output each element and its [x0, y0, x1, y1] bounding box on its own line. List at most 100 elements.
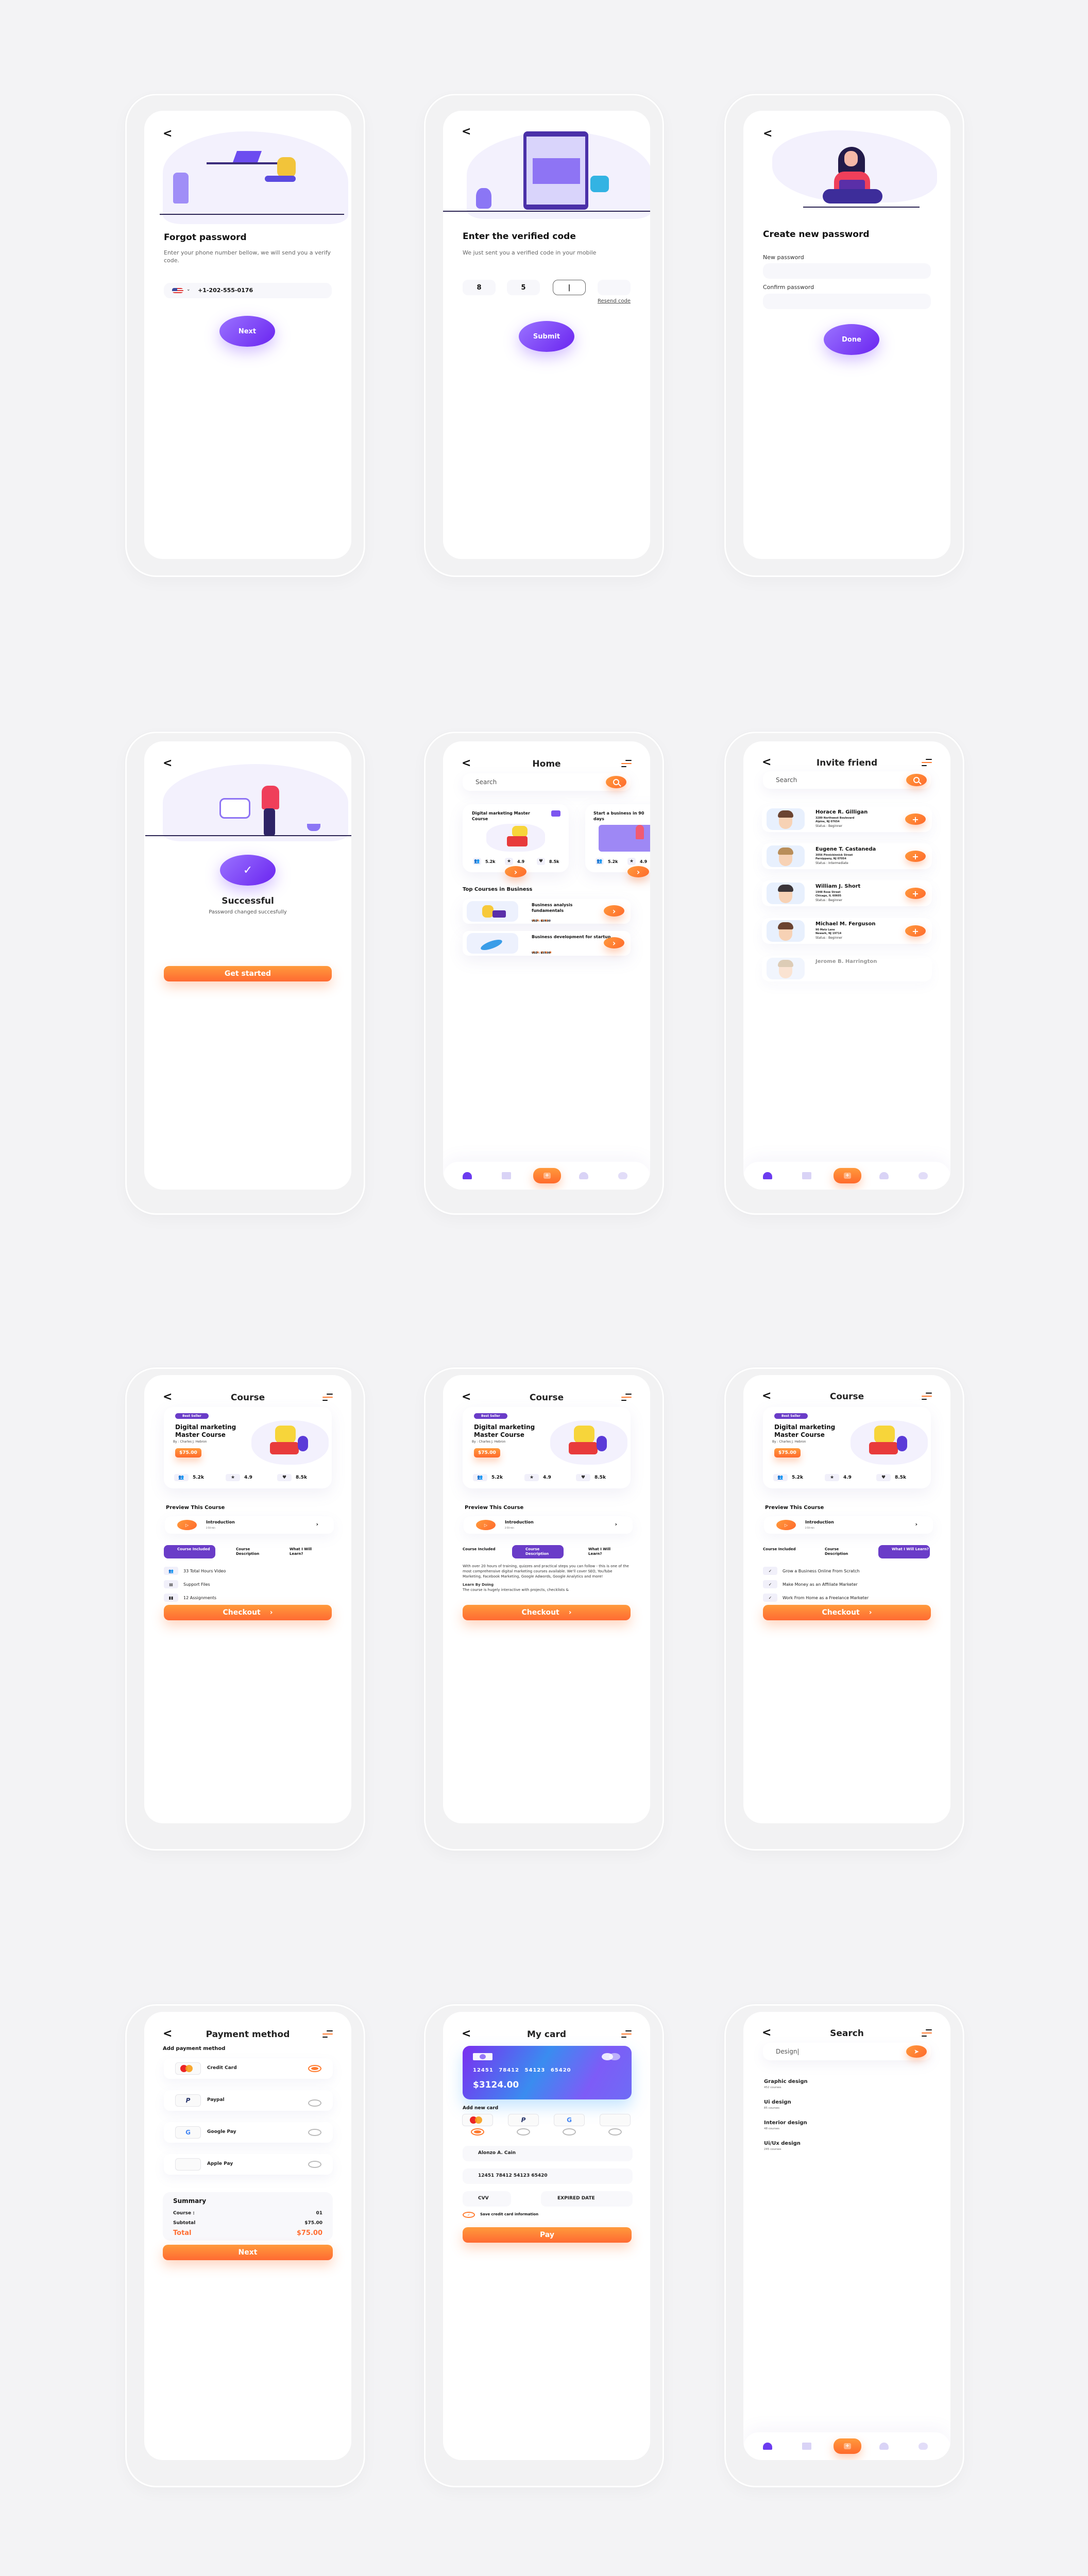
profile-icon[interactable]	[618, 1172, 627, 1179]
bell-icon[interactable]	[579, 1172, 588, 1179]
menu-icon[interactable]	[322, 1394, 333, 1402]
play-icon[interactable]: ▷	[476, 1520, 496, 1530]
mastercard-option[interactable]	[462, 2114, 493, 2126]
checkout-button[interactable]: Checkout ›	[463, 1605, 631, 1620]
resend-code-link[interactable]: Resend code	[598, 298, 631, 304]
open-course-button[interactable]: ›	[627, 866, 649, 877]
friend-item[interactable]: William J. Short 1948 Rose Street Chicago…	[762, 880, 932, 906]
checkout-button[interactable]: Checkout ›	[164, 1605, 332, 1620]
confirm-password-input[interactable]	[763, 294, 931, 309]
radio-google-pay[interactable]	[308, 2129, 321, 2136]
tab-what-i-will-learn[interactable]: What I Will Learn?	[878, 1545, 930, 1558]
tab-course-description[interactable]: Course Description	[236, 1545, 272, 1558]
bookmark-icon[interactable]	[802, 2443, 811, 2450]
search-result[interactable]: Ui/Ux design 245 courses	[764, 2141, 801, 2151]
menu-icon[interactable]	[621, 760, 632, 768]
open-course-button[interactable]: ›	[604, 905, 624, 917]
top-course-item[interactable]: Business analysis fundamentals ★★★★★ USD…	[463, 899, 631, 924]
get-started-button[interactable]: Get started	[164, 966, 332, 981]
menu-icon[interactable]	[621, 1394, 632, 1402]
open-course-button[interactable]: ›	[604, 937, 624, 948]
menu-icon[interactable]	[922, 1393, 932, 1401]
radio-credit-card[interactable]	[308, 2065, 321, 2072]
preview-lesson[interactable]: ▷ Introduction 2:50 min ›	[464, 1516, 633, 1534]
featured-course-card[interactable]: Digital marketing Master Course 👥 5.2k ★ 4…	[463, 804, 569, 877]
save-card-checkbox[interactable]: ✓	[463, 2212, 475, 2218]
profile-icon[interactable]	[919, 1172, 928, 1179]
chevron-down-icon[interactable]: ⌄	[186, 287, 191, 292]
done-button[interactable]: Done	[824, 324, 879, 355]
invite-button[interactable]: +	[905, 851, 926, 862]
play-icon[interactable]: ▷	[177, 1520, 197, 1530]
checkout-button[interactable]: Checkout ›	[763, 1605, 931, 1620]
tab-course-included[interactable]: Course Included	[164, 1545, 215, 1558]
google-option[interactable]: G	[554, 2114, 585, 2126]
next-button[interactable]: Next	[219, 316, 275, 347]
friend-item[interactable]: Jerome B. Harrington	[762, 956, 932, 981]
home-icon[interactable]	[763, 1172, 772, 1179]
send-button[interactable]: ➤	[906, 2045, 927, 2058]
expiry-date-input[interactable]: EXPIRED DATE	[541, 2191, 633, 2207]
menu-icon[interactable]	[922, 759, 932, 767]
play-icon[interactable]: ▷	[776, 1520, 796, 1530]
payment-option-apple-pay[interactable]: Apple Pay	[164, 2154, 333, 2175]
open-course-button[interactable]: ›	[505, 866, 526, 877]
credit-card[interactable]: 12451 78412 54123 65420 $3124.00	[463, 2046, 632, 2099]
search-button[interactable]	[606, 776, 626, 788]
preview-lesson[interactable]: ▷ Introduction 2:50 min ›	[165, 1516, 334, 1534]
menu-icon[interactable]	[922, 2029, 932, 2038]
menu-icon[interactable]	[322, 2030, 333, 2039]
otp-digit-2[interactable]: 5	[507, 280, 540, 295]
otp-digit-1[interactable]: 8	[463, 280, 496, 295]
home-icon[interactable]	[463, 1172, 472, 1179]
pay-button[interactable]: Pay	[463, 2227, 632, 2243]
search-bar[interactable]: Search	[463, 773, 631, 791]
invite-button[interactable]: +	[905, 925, 926, 937]
cardholder-name-input[interactable]: Alonzo A. Cain	[463, 2146, 633, 2161]
radio-mastercard[interactable]	[471, 2128, 484, 2136]
bell-icon[interactable]	[879, 1172, 889, 1179]
top-course-item[interactable]: Business development for startup ★★★★★ U…	[463, 931, 631, 956]
bookmark-icon[interactable]	[551, 810, 560, 817]
add-button[interactable]: +	[834, 2438, 861, 2454]
submit-button[interactable]: Submit	[519, 321, 574, 352]
apple-option[interactable]	[600, 2114, 631, 2126]
invite-button[interactable]: +	[905, 888, 926, 899]
radio-paypal[interactable]	[517, 2128, 530, 2136]
phone-input[interactable]: ⌄ +1-202-555-0176	[164, 283, 332, 298]
tab-what-i-will-learn[interactable]: What I Will Learn?	[290, 1545, 326, 1558]
menu-icon[interactable]	[621, 2030, 632, 2039]
card-number-input[interactable]: 12451 78412 54123 65420	[463, 2168, 633, 2184]
otp-digit-4[interactable]	[598, 280, 631, 295]
tab-course-description[interactable]: Course Description	[512, 1545, 564, 1558]
search-bar[interactable]: Design| ➤	[763, 2043, 931, 2060]
radio-apple-pay[interactable]	[308, 2161, 321, 2168]
new-password-input[interactable]	[763, 263, 931, 279]
tab-what-i-will-learn[interactable]: What I Will Learn?	[588, 1545, 624, 1558]
next-button[interactable]: Next	[163, 2245, 333, 2260]
tab-course-included[interactable]: Course Included	[463, 1545, 499, 1558]
radio-paypal[interactable]	[308, 2099, 321, 2107]
bookmark-icon[interactable]	[802, 1172, 811, 1179]
friend-item[interactable]: Michael M. Ferguson 90 Metz Lane Newark, …	[762, 918, 932, 944]
add-button[interactable]: +	[834, 1168, 861, 1183]
search-result[interactable]: Graphic design 452 courses	[764, 2079, 808, 2089]
search-input[interactable]: Search	[776, 776, 797, 784]
chevron-right-icon[interactable]: ›	[316, 1521, 318, 1528]
search-bar[interactable]: Search	[763, 771, 931, 789]
invite-button[interactable]: +	[905, 814, 926, 825]
tab-course-included[interactable]: Course Included	[763, 1545, 799, 1558]
search-result[interactable]: Interior design 48 courses	[764, 2120, 807, 2130]
add-button[interactable]: +	[533, 1168, 561, 1183]
cvv-input[interactable]: CVV	[463, 2191, 511, 2207]
profile-icon[interactable]	[919, 2443, 928, 2450]
chevron-right-icon[interactable]: ›	[915, 1521, 917, 1528]
radio-apple[interactable]	[608, 2128, 622, 2136]
radio-google[interactable]	[563, 2128, 576, 2136]
search-input[interactable]: Search	[475, 778, 497, 786]
friend-item[interactable]: Eugene T. Castaneda 3056 Pinnickinnick S…	[762, 843, 932, 869]
preview-lesson[interactable]: ▷ Introduction 2:50 min ›	[764, 1516, 933, 1534]
friend-item[interactable]: Horace R. Gilligan 3289 Northwest Boulev…	[762, 806, 932, 832]
payment-option-paypal[interactable]: P Paypal	[164, 2090, 333, 2111]
chevron-right-icon[interactable]: ›	[615, 1521, 617, 1528]
